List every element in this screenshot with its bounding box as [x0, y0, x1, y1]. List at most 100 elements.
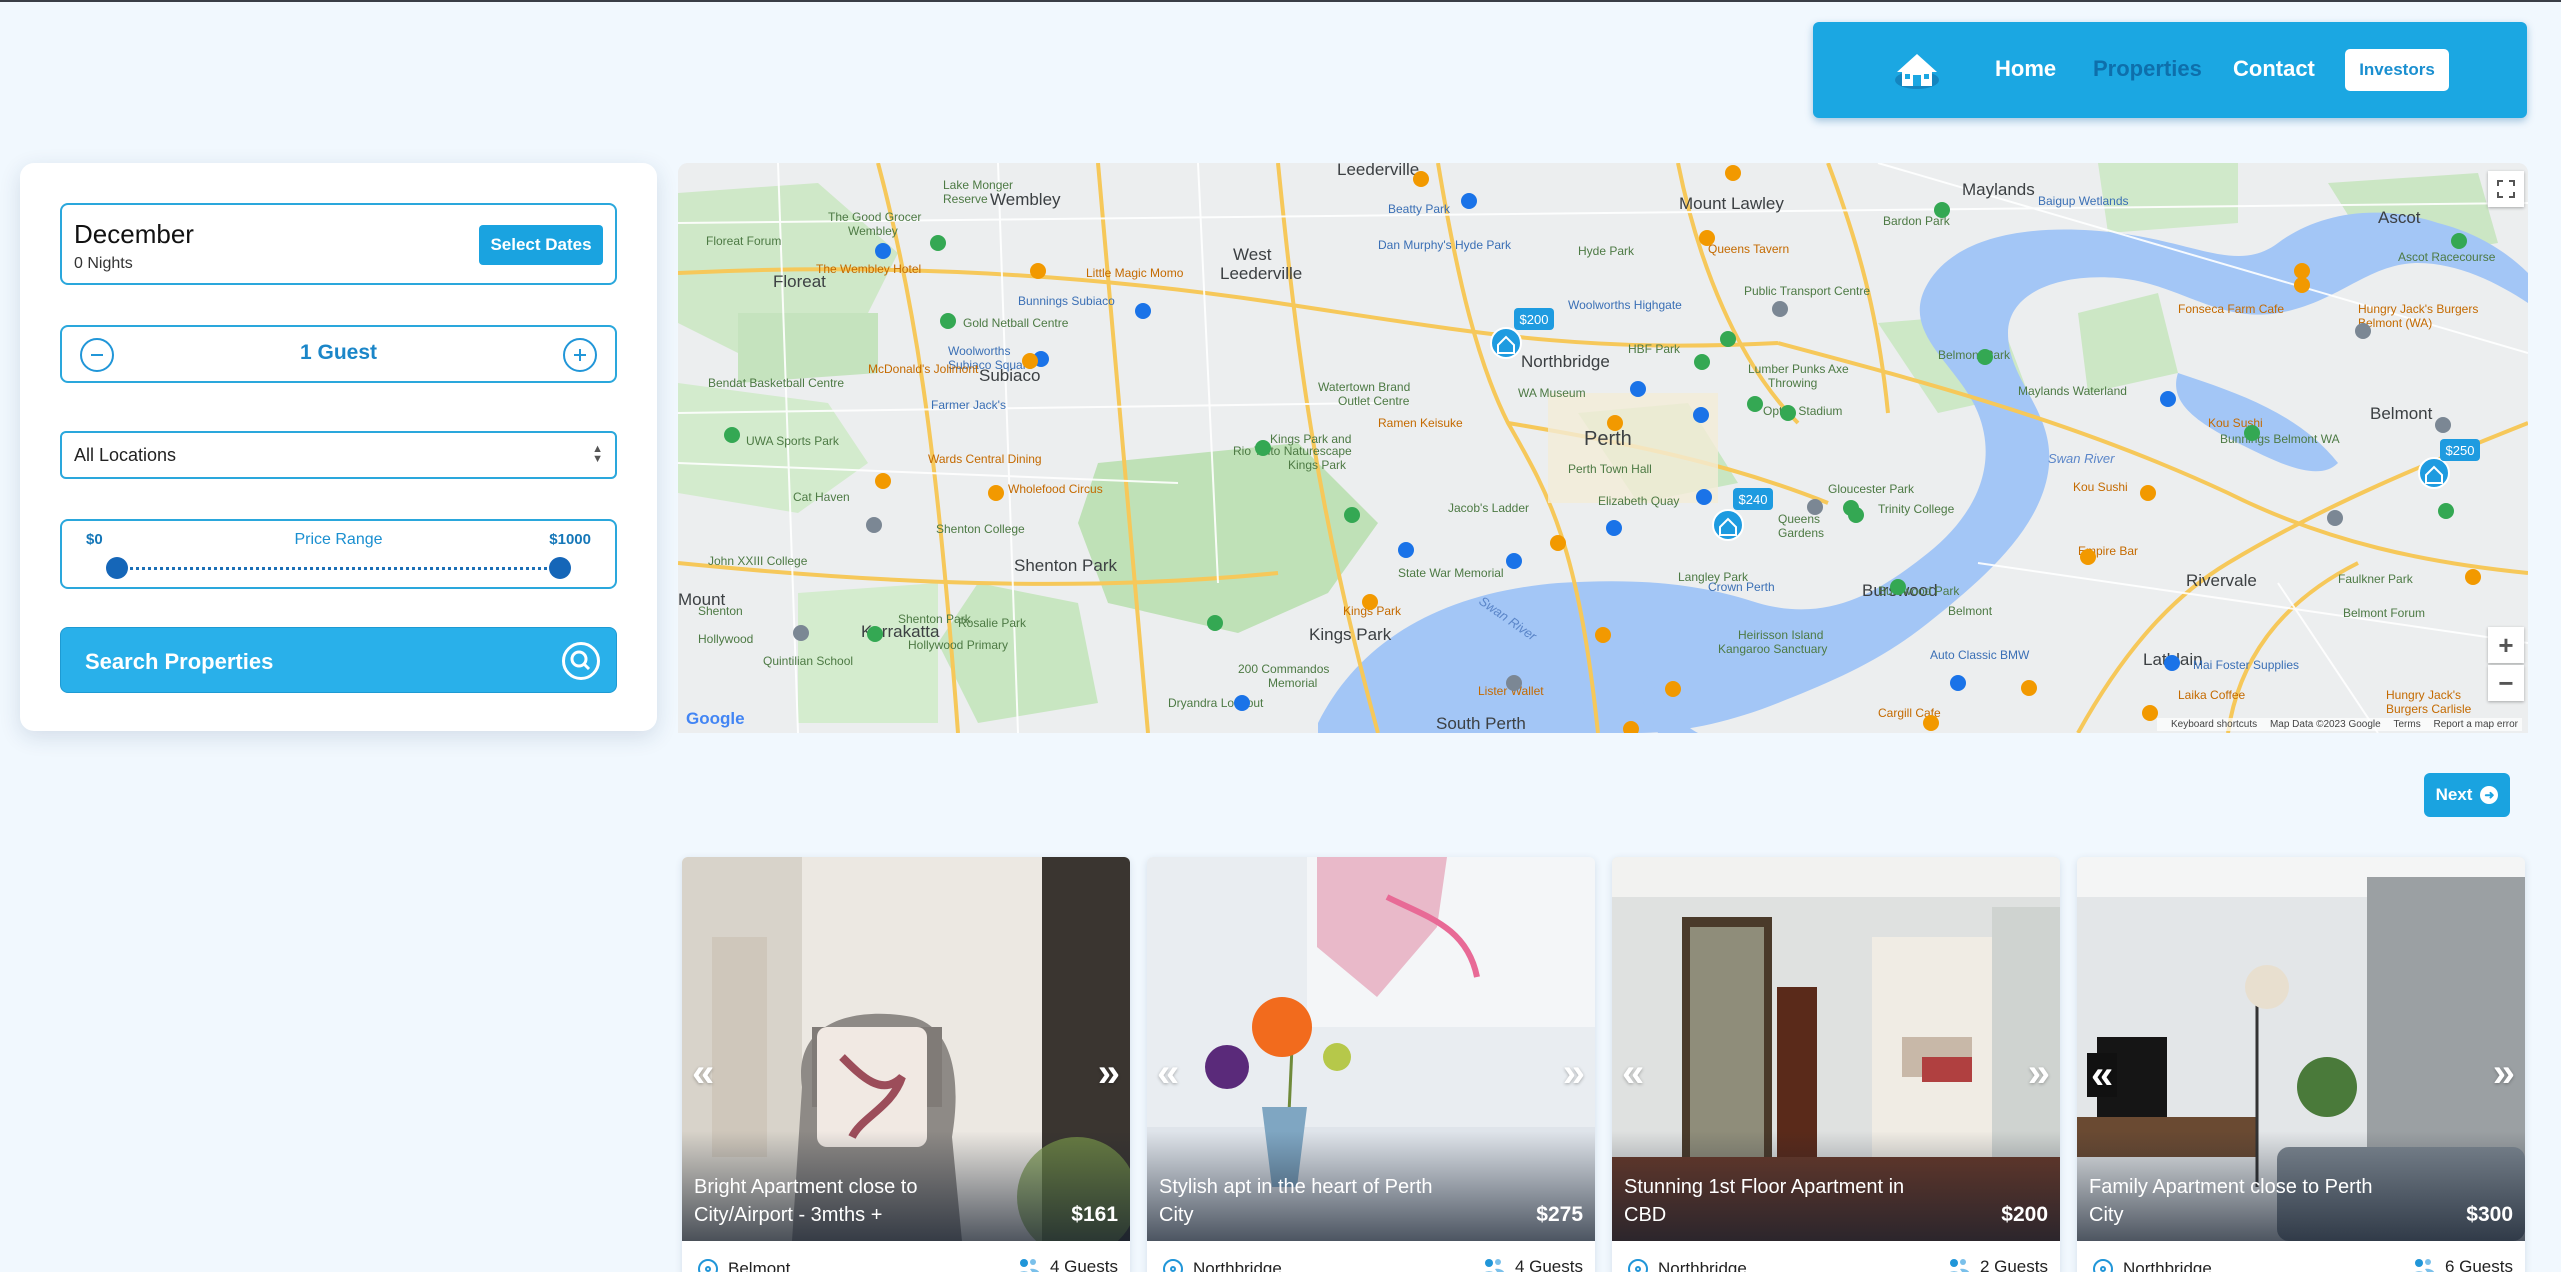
svg-text:Gardens: Gardens [1778, 526, 1824, 540]
listing-photo[interactable]: « » Stylish apt in the heart of Perth Ci… [1147, 857, 1595, 1241]
map-label-mount-lawley: Mount Lawley [1679, 194, 1784, 213]
map-label-south-perth: South Perth [1436, 714, 1526, 733]
listing-card[interactable]: « » Stunning 1st Floor Apartment in CBD … [1612, 857, 2060, 1272]
svg-text:Woolworths: Woolworths [948, 344, 1010, 358]
map-footer-shortcuts[interactable]: Keyboard shortcuts [2171, 719, 2257, 730]
guest-count: 1 Guest [299, 341, 378, 364]
svg-text:Hungry Jack's: Hungry Jack's [2386, 688, 2461, 702]
chevron-right-icon[interactable]: » [2493, 1053, 2515, 1093]
map-label-northbridge: Northbridge [1521, 352, 1610, 371]
chevron-left-icon[interactable]: « [2087, 1053, 2118, 1097]
map-label-perth: Perth [1584, 428, 1632, 450]
listing-photo[interactable]: « » Bright Apartment close to City/Airpo… [682, 857, 1130, 1241]
search-icon [562, 642, 600, 680]
svg-text:HBF Park: HBF Park [1628, 342, 1681, 356]
svg-text:Shenton College: Shenton College [936, 522, 1025, 536]
svg-text:Langley Park: Langley Park [1678, 570, 1749, 584]
zoom-out-button[interactable]: − [2488, 665, 2524, 701]
svg-text:Belmont: Belmont [1948, 604, 1993, 618]
svg-text:Shenton Park: Shenton Park [898, 612, 972, 626]
search-properties-button[interactable]: Search Properties [60, 627, 617, 693]
svg-text:Belmont Park: Belmont Park [1938, 348, 2011, 362]
svg-text:McDonald's Jolimont: McDonald's Jolimont [868, 362, 979, 376]
select-dates-button[interactable]: Select Dates [479, 225, 603, 265]
svg-text:Rio Tinto Naturescape: Rio Tinto Naturescape [1233, 444, 1352, 458]
listing-title: Bright Apartment close to City/Airport -… [694, 1176, 918, 1226]
listing-price: $200 [2001, 1203, 2048, 1226]
chevron-left-icon[interactable]: « [692, 1053, 714, 1093]
nav-link-properties[interactable]: Properties [2093, 56, 2202, 82]
map-footer-report[interactable]: Report a map error [2434, 719, 2518, 730]
map-footer-terms[interactable]: Terms [2394, 719, 2421, 730]
price-handle-max[interactable] [549, 557, 571, 579]
zoom-in-button[interactable]: + [2488, 627, 2524, 663]
listing-location-text: Northbridge [1658, 1259, 1747, 1272]
svg-text:Burgers Carlisle: Burgers Carlisle [2386, 702, 2472, 716]
chevron-left-icon[interactable]: « [1157, 1053, 1179, 1093]
chevron-left-icon[interactable]: « [1622, 1053, 1644, 1093]
map-label-rivervale: Rivervale [2186, 571, 2257, 590]
map-marker-label: $240 [1739, 492, 1768, 507]
svg-text:John XXIII College: John XXIII College [708, 554, 808, 568]
svg-text:Reserve: Reserve [943, 192, 988, 206]
listing-photo[interactable]: « » Family Apartment close to Perth City… [2077, 857, 2525, 1241]
svg-text:Laika Coffee: Laika Coffee [2178, 688, 2245, 702]
arrow-right-icon: ➜ [2480, 786, 2499, 804]
listing-location: Northbridge [1163, 1259, 1282, 1272]
svg-text:Hyde Park: Hyde Park [1578, 244, 1635, 258]
guests-icon [1484, 1259, 1505, 1272]
svg-text:WA Museum: WA Museum [1518, 386, 1586, 400]
listing-guests-text: 4 Guests [1514, 1257, 1583, 1272]
svg-text:Memorial: Memorial [1268, 676, 1317, 690]
svg-text:Maylands Waterland: Maylands Waterland [2018, 384, 2127, 398]
listing-guests: 2 Guests [1946, 1257, 2048, 1272]
svg-text:Throwing: Throwing [1768, 376, 1817, 390]
listing-card[interactable]: « » Stylish apt in the heart of Perth Ci… [1147, 857, 1595, 1272]
price-handle-min[interactable] [106, 557, 128, 579]
fullscreen-icon[interactable] [2488, 171, 2524, 207]
svg-text:Farmer Jack's: Farmer Jack's [931, 398, 1006, 412]
investors-button[interactable]: Investors [2345, 49, 2449, 91]
listing-meta: Northbridge 2 Guests [1612, 1241, 2060, 1272]
location-pin-icon [2093, 1259, 2113, 1272]
next-button[interactable]: Next ➜ [2424, 773, 2510, 817]
map-label-wembley: Wembley [990, 190, 1061, 209]
svg-text:Kou Sushi: Kou Sushi [2073, 480, 2128, 494]
property-map[interactable]: Leederville Wembley Mount Lawley Mayland… [678, 163, 2528, 733]
location-pin-icon [1163, 1259, 1183, 1272]
svg-text:Mai Foster Supplies: Mai Foster Supplies [2193, 658, 2299, 672]
chevron-right-icon[interactable]: » [1563, 1053, 1585, 1093]
listing-guests-text: 6 Guests [2444, 1257, 2513, 1272]
svg-text:Jacob's Ladder: Jacob's Ladder [1448, 501, 1529, 515]
svg-text:Bunnings Subiaco: Bunnings Subiaco [1018, 294, 1115, 308]
listing-price: $300 [2466, 1203, 2513, 1226]
svg-text:200 Commandos: 200 Commandos [1238, 662, 1329, 676]
chevron-right-icon[interactable]: » [1098, 1053, 1120, 1093]
map-label-shenton-park: Shenton Park [1014, 556, 1118, 575]
location-select-value: All Locations [74, 445, 177, 465]
map-label-maylands: Maylands [1962, 180, 2035, 199]
svg-text:Faulkner Park: Faulkner Park [2338, 572, 2414, 586]
price-track[interactable] [118, 567, 559, 570]
listing-photo[interactable]: « » Stunning 1st Floor Apartment in CBD … [1612, 857, 2060, 1241]
svg-text:Wholefood Circus: Wholefood Circus [1008, 482, 1103, 496]
nav-link-contact[interactable]: Contact [2233, 56, 2315, 82]
svg-text:Optus Stadium: Optus Stadium [1763, 404, 1842, 418]
svg-text:Outlet Centre: Outlet Centre [1338, 394, 1410, 408]
svg-text:Public Transport Centre: Public Transport Centre [1744, 284, 1870, 298]
house-icon[interactable] [1893, 50, 1941, 90]
listing-meta: Northbridge 4 Guests [1147, 1241, 1595, 1272]
chevron-right-icon[interactable]: » [2028, 1053, 2050, 1093]
map-canvas[interactable]: Leederville Wembley Mount Lawley Mayland… [678, 163, 2528, 733]
listing-card[interactable]: « » Bright Apartment close to City/Airpo… [682, 857, 1130, 1272]
location-select[interactable]: All Locations ▲ ▼ [60, 431, 617, 479]
plus-icon[interactable] [563, 338, 597, 372]
listing-guests-text: 4 Guests [1049, 1257, 1118, 1272]
listing-card[interactable]: « » Family Apartment close to Perth City… [2077, 857, 2525, 1272]
date-picker[interactable]: December 0 Nights Select Dates [60, 203, 617, 285]
google-logo-text: Google [686, 709, 745, 728]
listing-price: $275 [1536, 1203, 1583, 1226]
nav-link-home[interactable]: Home [1995, 56, 2056, 82]
svg-text:Kangaroo Sanctuary: Kangaroo Sanctuary [1718, 642, 1827, 656]
listing-location: Northbridge [1628, 1259, 1747, 1272]
